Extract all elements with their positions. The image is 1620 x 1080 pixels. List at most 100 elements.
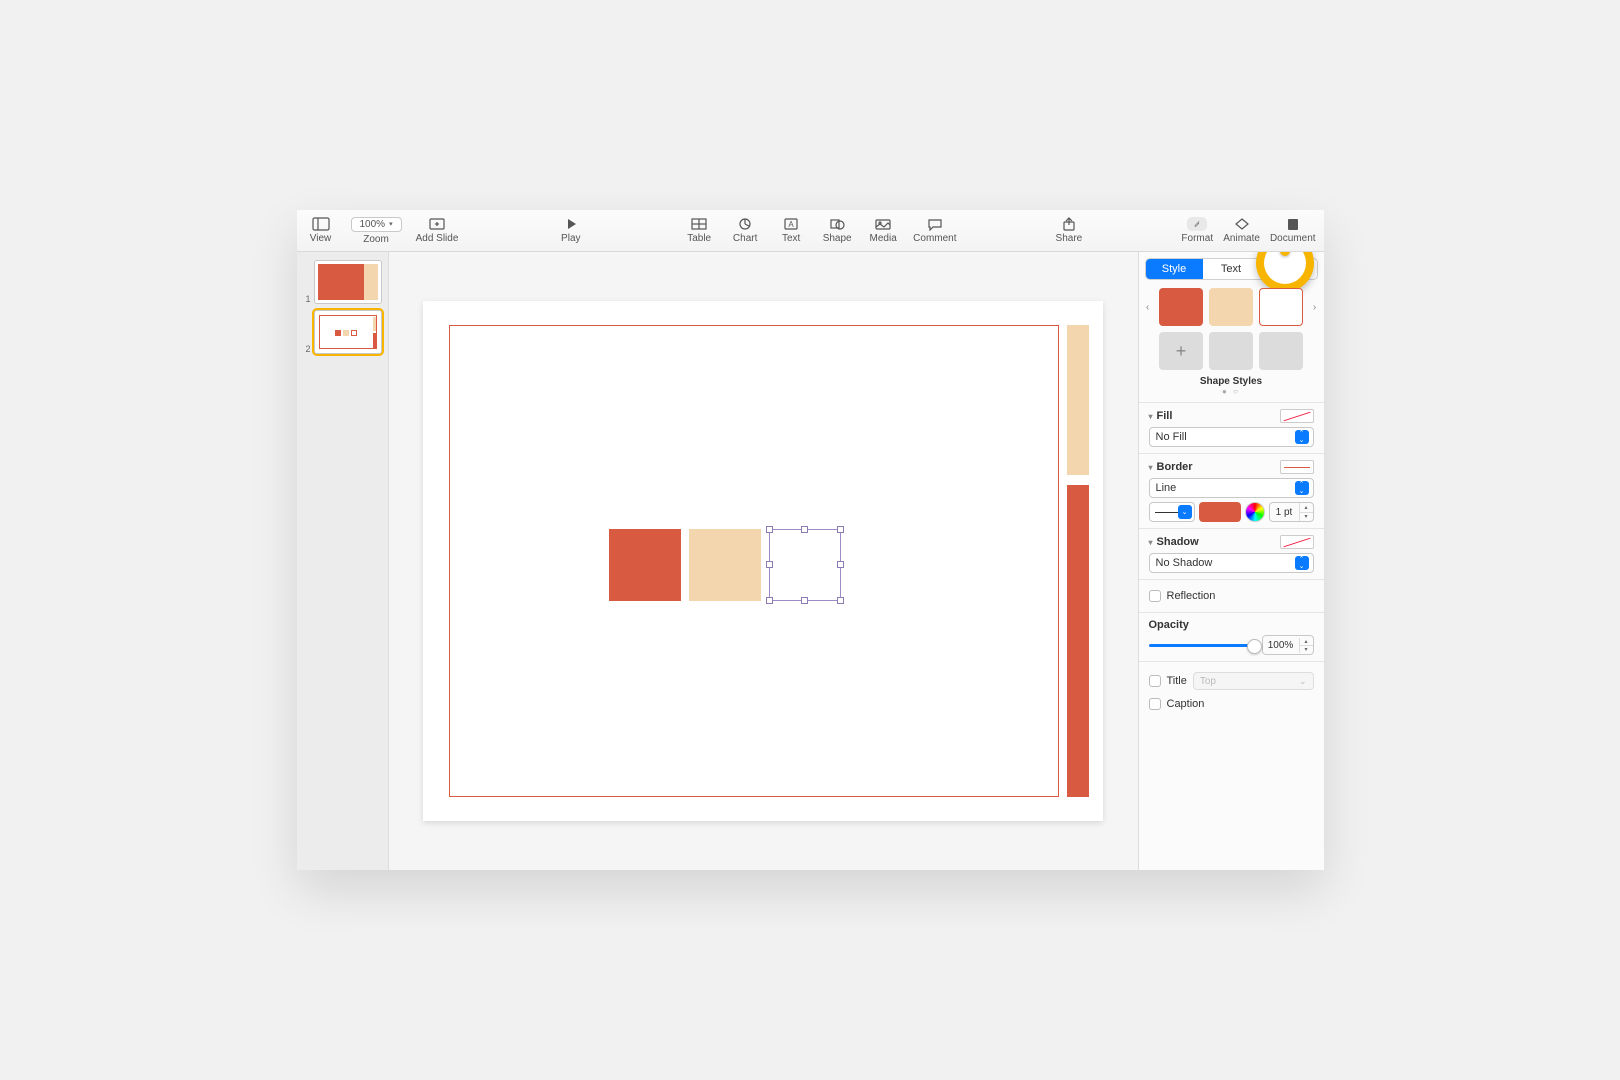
text-icon: A	[782, 217, 800, 231]
add-slide-button[interactable]: Add Slide	[416, 217, 459, 244]
resize-handle[interactable]	[801, 597, 808, 604]
resize-handle[interactable]	[837, 561, 844, 568]
app-window: View 100% Zoom Add Slide Play Table	[297, 210, 1324, 870]
view-button[interactable]: View	[305, 217, 337, 244]
dropdown-arrow-icon: ⌄	[1178, 505, 1192, 519]
shape-square-peach[interactable]	[689, 529, 761, 601]
resize-handle[interactable]	[766, 561, 773, 568]
thumb-shape	[343, 330, 349, 336]
dropdown-arrow-icon: ⌃⌄	[1295, 481, 1309, 495]
thumbnail-row[interactable]: 2	[303, 310, 382, 354]
opacity-value: 100%	[1263, 640, 1299, 651]
comment-icon	[926, 217, 944, 231]
thumb-bar	[373, 317, 376, 331]
resize-handle[interactable]	[801, 526, 808, 533]
slide-navigator: 1 2	[297, 252, 389, 870]
resize-handle[interactable]	[766, 597, 773, 604]
shadow-dropdown[interactable]: No Shadow ⌃⌄	[1149, 553, 1314, 573]
fill-preview[interactable]	[1280, 409, 1314, 423]
color-picker-button[interactable]	[1245, 502, 1265, 522]
table-label: Table	[687, 233, 711, 244]
fill-dropdown[interactable]: No Fill ⌃⌄	[1149, 427, 1314, 447]
text-button[interactable]: A Text	[775, 217, 807, 244]
border-type-dropdown[interactable]: Line ⌃⌄	[1149, 478, 1314, 498]
style-swatch-outline[interactable]	[1259, 288, 1303, 326]
zoom-control[interactable]: 100% Zoom	[351, 217, 402, 245]
shadow-value: No Shadow	[1156, 557, 1213, 569]
chart-icon	[736, 217, 754, 231]
shape-button[interactable]: Shape	[821, 217, 853, 244]
shape-styles-label: Shape Styles	[1139, 376, 1324, 387]
styles-next-button[interactable]: ›	[1310, 302, 1320, 313]
zoom-label: Zoom	[363, 234, 389, 245]
thumb-sidebar	[364, 264, 378, 300]
border-line-style[interactable]: ⌄	[1149, 502, 1195, 522]
play-label: Play	[561, 233, 580, 244]
shadow-section: Shadow No Shadow ⌃⌄	[1139, 528, 1324, 579]
media-icon	[874, 217, 892, 231]
slide-canvas[interactable]	[423, 301, 1103, 821]
animate-button[interactable]: Animate	[1223, 217, 1260, 244]
styles-prev-button[interactable]: ‹	[1143, 302, 1153, 313]
format-button[interactable]: Format	[1181, 217, 1213, 244]
comment-label: Comment	[913, 233, 956, 244]
plus-slide-icon	[428, 217, 446, 231]
reflection-checkbox[interactable]	[1149, 590, 1161, 602]
fill-title[interactable]: Fill	[1149, 410, 1173, 422]
shape-styles-row-2: +	[1139, 328, 1324, 372]
shape-square-selected[interactable]	[769, 529, 841, 601]
style-swatch-add[interactable]: +	[1159, 332, 1203, 370]
border-color-well[interactable]	[1199, 502, 1241, 522]
slide-thumbnail-1[interactable]	[314, 260, 382, 304]
slide-thumbnail-2[interactable]	[314, 310, 382, 354]
shape-square-red[interactable]	[609, 529, 681, 601]
style-swatch-empty[interactable]	[1209, 332, 1253, 370]
styles-page-dots: ● ○	[1139, 387, 1324, 396]
opacity-label: Opacity	[1149, 619, 1314, 631]
thumbnail-row[interactable]: 1	[303, 260, 382, 304]
chart-button[interactable]: Chart	[729, 217, 761, 244]
style-swatch-empty[interactable]	[1259, 332, 1303, 370]
resize-handle[interactable]	[837, 597, 844, 604]
share-icon	[1060, 217, 1078, 231]
step-down[interactable]: ▾	[1300, 513, 1313, 522]
step-down[interactable]: ▾	[1300, 646, 1313, 653]
media-button[interactable]: Media	[867, 217, 899, 244]
shadow-preview[interactable]	[1280, 535, 1314, 549]
border-preview[interactable]	[1280, 460, 1314, 474]
fill-section: Fill No Fill ⌃⌄	[1139, 402, 1324, 453]
slide-number: 2	[303, 344, 311, 354]
document-button[interactable]: Document	[1270, 217, 1316, 244]
border-width-stepper[interactable]: 1 pt ▴▾	[1269, 502, 1314, 522]
step-up[interactable]: ▴	[1300, 503, 1313, 513]
table-button[interactable]: Table	[683, 217, 715, 244]
shape-styles-row: ‹ ›	[1139, 284, 1324, 328]
toolbar: View 100% Zoom Add Slide Play Table	[297, 210, 1324, 252]
border-width-value: 1 pt	[1270, 503, 1299, 521]
paintbrush-icon	[1187, 217, 1207, 231]
app-body: 1 2	[297, 252, 1324, 870]
zoom-value: 100%	[360, 219, 386, 230]
tab-text[interactable]: Text	[1203, 259, 1260, 279]
caption-label: Caption	[1167, 698, 1205, 710]
opacity-slider[interactable]	[1149, 644, 1256, 647]
border-title[interactable]: Border	[1149, 461, 1193, 473]
title-checkbox[interactable]	[1149, 675, 1161, 687]
opacity-stepper[interactable]: 100% ▴▾	[1262, 635, 1314, 655]
tab-style[interactable]: Style	[1146, 259, 1203, 279]
play-button[interactable]: Play	[555, 217, 587, 244]
fill-value: No Fill	[1156, 431, 1187, 443]
thumb-shape	[335, 330, 341, 336]
canvas-area[interactable]	[389, 252, 1138, 870]
resize-handle[interactable]	[837, 526, 844, 533]
shape-icon	[828, 217, 846, 231]
share-button[interactable]: Share	[1053, 217, 1085, 244]
step-up[interactable]: ▴	[1300, 638, 1313, 646]
shadow-title[interactable]: Shadow	[1149, 536, 1199, 548]
style-swatch-peach[interactable]	[1209, 288, 1253, 326]
comment-button[interactable]: Comment	[913, 217, 956, 244]
title-position-dropdown[interactable]: Top	[1193, 672, 1314, 690]
resize-handle[interactable]	[766, 526, 773, 533]
caption-checkbox[interactable]	[1149, 698, 1161, 710]
style-swatch-red[interactable]	[1159, 288, 1203, 326]
